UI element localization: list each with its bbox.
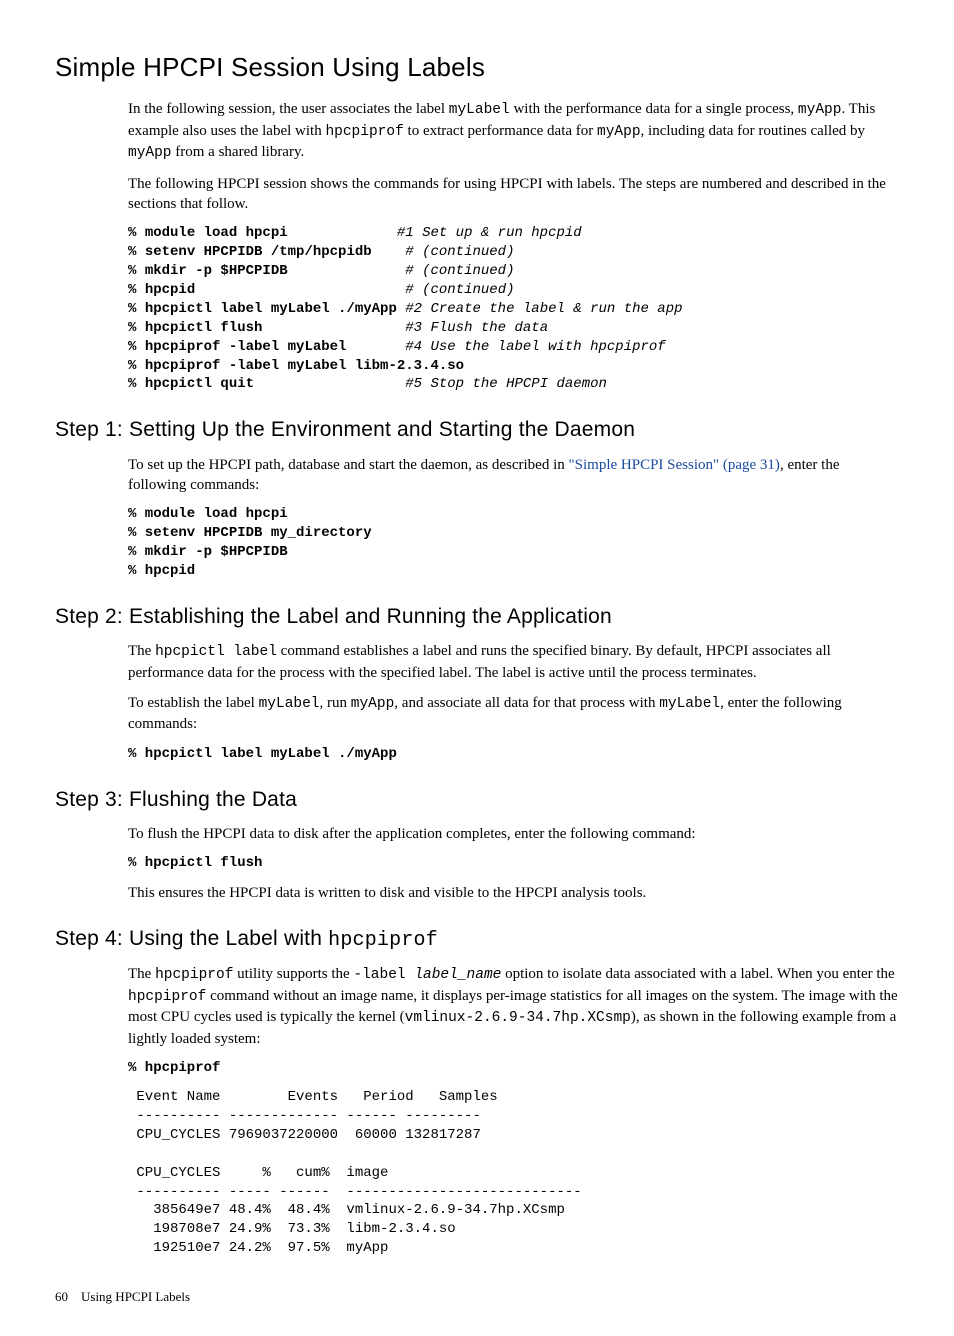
intro-p2: The following HPCPI session shows the co… — [128, 174, 899, 215]
pad — [397, 301, 405, 317]
pad — [254, 376, 405, 392]
xref-link[interactable]: "Simple HPCPI Session" (page 31) — [569, 457, 780, 473]
pad — [288, 263, 406, 279]
prompt: % — [128, 244, 145, 260]
prompt: % — [128, 339, 145, 355]
prompt: % — [128, 263, 145, 279]
step3-p2: This ensures the HPCPI data is written t… — [128, 883, 899, 903]
cmd: hpcpictl flush — [145, 320, 263, 336]
pad — [372, 244, 406, 260]
comment: #2 Create the label & run the app — [405, 301, 682, 317]
text: To establish the label — [128, 695, 259, 711]
pad — [346, 339, 405, 355]
comment: #3 Flush the data — [405, 320, 548, 336]
text: to extract performance data for — [404, 123, 597, 139]
step1-p: To set up the HPCPI path, database and s… — [128, 455, 899, 496]
cmd: module load hpcpi — [145, 225, 288, 241]
step3-heading: Step 3: Flushing the Data — [55, 786, 899, 814]
step1-heading: Step 1: Setting Up the Environment and S… — [55, 416, 899, 444]
comment: #1 Set up & run hpcpid — [397, 225, 582, 241]
step2-heading: Step 2: Establishing the Label and Runni… — [55, 603, 899, 631]
text: with the performance data for a single p… — [510, 101, 798, 117]
code-myapp: myApp — [798, 102, 842, 118]
cmd: mkdir -p $HPCPIDB — [145, 263, 288, 279]
code-myapp: myApp — [351, 696, 395, 712]
comment: # (continued) — [405, 244, 514, 260]
pad — [288, 225, 397, 241]
prompt: % — [128, 376, 145, 392]
text: The — [128, 643, 155, 659]
cmd: hpcpiprof -label myLabel — [145, 339, 347, 355]
cmd: hpcpiprof -label myLabel libm-2.3.4.so — [145, 358, 464, 374]
session-code-block: % module load hpcpi #1 Set up & run hpcp… — [128, 224, 899, 394]
text: from a shared library. — [172, 144, 305, 160]
cmd: setenv HPCPIDB /tmp/hpcpidb — [145, 244, 372, 260]
prompt: % — [128, 320, 145, 336]
prompt: % — [128, 358, 145, 374]
prompt: % — [128, 282, 145, 298]
step4-heading: Step 4: Using the Label with hpcpiprof — [55, 925, 899, 954]
text: utility supports the — [233, 966, 353, 982]
code-hpcpiprof: hpcpiprof — [328, 929, 438, 952]
text: In the following session, the user assoc… — [128, 101, 449, 117]
comment: #5 Stop the HPCPI daemon — [405, 376, 607, 392]
step3-code: % hpcpictl flush — [128, 854, 899, 873]
step2-p1: The hpcpictl label command establishes a… — [128, 641, 899, 683]
text: To set up the HPCPI path, database and s… — [128, 457, 569, 473]
step1-code: % module load hpcpi % setenv HPCPIDB my_… — [128, 505, 899, 581]
code-label-opt: -label — [353, 967, 414, 983]
step3-p1: To flush the HPCPI data to disk after th… — [128, 824, 899, 844]
pad — [195, 282, 405, 298]
code-mylabel: myLabel — [259, 696, 320, 712]
step4-p1: The hpcpiprof utility supports the -labe… — [128, 964, 899, 1049]
code-hpcpictl-label: hpcpictl label — [155, 644, 277, 660]
comment: # (continued) — [405, 263, 514, 279]
text: The — [128, 966, 155, 982]
code-hpcpiprof: hpcpiprof — [155, 967, 233, 983]
comment: # (continued) — [405, 282, 514, 298]
step2-p2: To establish the label myLabel, run myAp… — [128, 693, 899, 735]
pad — [262, 320, 405, 336]
code-hpcpiprof: hpcpiprof — [325, 124, 403, 140]
code-hpcpiprof: hpcpiprof — [128, 989, 206, 1005]
text: , run — [320, 695, 351, 711]
code-myapp: myApp — [128, 145, 172, 161]
code-label-name: label_name — [414, 967, 501, 983]
step4-cmd: % hpcpiprof — [128, 1059, 899, 1078]
step4-output-table: Event Name Events Period Samples -------… — [128, 1088, 899, 1258]
cmd: hpcpid — [145, 282, 195, 298]
page-footer: 60 Using HPCPI Labels — [55, 1288, 899, 1306]
text: , and associate all data for that proces… — [394, 695, 659, 711]
code-myapp: myApp — [597, 124, 641, 140]
text: Step 4: Using the Label with — [55, 927, 328, 950]
prompt: % — [128, 301, 145, 317]
intro-p1: In the following session, the user assoc… — [128, 99, 899, 164]
cmd: hpcpictl quit — [145, 376, 254, 392]
code-mylabel: myLabel — [659, 696, 720, 712]
code-mylabel: myLabel — [449, 102, 510, 118]
comment: #4 Use the label with hpcpiprof — [405, 339, 665, 355]
text: , including data for routines called by — [641, 123, 866, 139]
footer-title: Using HPCPI Labels — [81, 1289, 190, 1304]
text: option to isolate data associated with a… — [501, 966, 894, 982]
code-kernel: vmlinux-2.6.9-34.7hp.XCsmp — [405, 1010, 631, 1026]
page-title: Simple HPCPI Session Using Labels — [55, 50, 899, 85]
cmd: hpcpictl label myLabel ./myApp — [145, 301, 397, 317]
prompt: % — [128, 225, 145, 241]
page-number: 60 — [55, 1289, 68, 1304]
step2-code: % hpcpictl label myLabel ./myApp — [128, 745, 899, 764]
